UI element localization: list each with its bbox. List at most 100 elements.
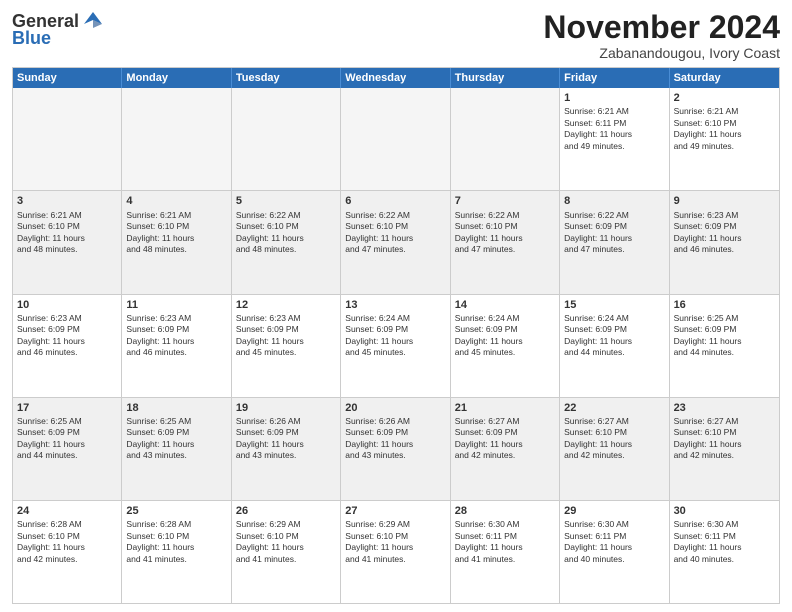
cal-header-cell-saturday: Saturday <box>670 68 779 88</box>
day-info: Sunrise: 6:28 AM Sunset: 6:10 PM Dayligh… <box>126 519 226 565</box>
cal-cell: 14Sunrise: 6:24 AM Sunset: 6:09 PM Dayli… <box>451 295 560 397</box>
day-number: 23 <box>674 401 775 415</box>
day-number: 6 <box>345 194 445 208</box>
day-number: 21 <box>455 401 555 415</box>
day-info: Sunrise: 6:29 AM Sunset: 6:10 PM Dayligh… <box>345 519 445 565</box>
day-info: Sunrise: 6:29 AM Sunset: 6:10 PM Dayligh… <box>236 519 336 565</box>
cal-cell <box>451 88 560 190</box>
page: General Blue November 2024 Zabanandougou… <box>0 0 792 612</box>
cal-row-4: 24 Sunrise: 6:28 AM Sunset: 6:10 PM Dayli… <box>13 500 779 603</box>
day-info: Sunrise: 6:24 AM Sunset: 6:09 PM Dayligh… <box>345 313 445 359</box>
day-number: 14 <box>455 298 555 312</box>
cal-cell: 1Sunrise: 6:21 AM Sunset: 6:11 PM Daylig… <box>560 88 669 190</box>
cal-row-3: 17Sunrise: 6:25 AM Sunset: 6:09 PM Dayli… <box>13 397 779 500</box>
cal-cell: 7 Sunrise: 6:22 AM Sunset: 6:10 PM Daylig… <box>451 191 560 293</box>
cal-cell: 26Sunrise: 6:29 AM Sunset: 6:10 PM Dayli… <box>232 501 341 603</box>
day-number: 3 <box>17 194 117 208</box>
title-block: November 2024 Zabanandougou, Ivory Coast <box>543 10 780 61</box>
day-info: Sunrise: 6:21 AM Sunset: 6:10 PM Dayligh… <box>17 210 117 256</box>
day-number: 4 <box>126 194 226 208</box>
cal-cell <box>341 88 450 190</box>
day-number: 22 <box>564 401 664 415</box>
day-info: Sunrise: 6:22 AM Sunset: 6:10 PM Dayligh… <box>236 210 336 256</box>
cal-cell: 12Sunrise: 6:23 AM Sunset: 6:09 PM Dayli… <box>232 295 341 397</box>
day-number: 17 <box>17 401 117 415</box>
day-number: 8 <box>564 194 664 208</box>
cal-cell: 29Sunrise: 6:30 AM Sunset: 6:11 PM Dayli… <box>560 501 669 603</box>
cal-cell <box>232 88 341 190</box>
cal-row-0: 1Sunrise: 6:21 AM Sunset: 6:11 PM Daylig… <box>13 88 779 190</box>
cal-header-cell-tuesday: Tuesday <box>232 68 341 88</box>
cal-cell <box>122 88 231 190</box>
day-info: Sunrise: 6:24 AM Sunset: 6:09 PM Dayligh… <box>455 313 555 359</box>
cal-cell: 13Sunrise: 6:24 AM Sunset: 6:09 PM Dayli… <box>341 295 450 397</box>
day-number: 29 <box>564 504 664 518</box>
cal-header-cell-sunday: Sunday <box>13 68 122 88</box>
day-info: Sunrise: 6:25 AM Sunset: 6:09 PM Dayligh… <box>17 416 117 462</box>
cal-cell: 18Sunrise: 6:25 AM Sunset: 6:09 PM Dayli… <box>122 398 231 500</box>
day-info: Sunrise: 6:30 AM Sunset: 6:11 PM Dayligh… <box>674 519 775 565</box>
day-number: 19 <box>236 401 336 415</box>
cal-cell <box>13 88 122 190</box>
cal-cell: 3 Sunrise: 6:21 AM Sunset: 6:10 PM Daylig… <box>13 191 122 293</box>
cal-cell: 10Sunrise: 6:23 AM Sunset: 6:09 PM Dayli… <box>13 295 122 397</box>
day-info: Sunrise: 6:27 AM Sunset: 6:10 PM Dayligh… <box>674 416 775 462</box>
day-info: Sunrise: 6:23 AM Sunset: 6:09 PM Dayligh… <box>126 313 226 359</box>
cal-cell: 6 Sunrise: 6:22 AM Sunset: 6:10 PM Daylig… <box>341 191 450 293</box>
day-info: Sunrise: 6:22 AM Sunset: 6:10 PM Dayligh… <box>345 210 445 256</box>
day-number: 5 <box>236 194 336 208</box>
cal-row-2: 10 Sunrise: 6:23 AM Sunset: 6:09 PM Dayli… <box>13 294 779 397</box>
day-info: Sunrise: 6:26 AM Sunset: 6:09 PM Dayligh… <box>236 416 336 462</box>
month-title: November 2024 <box>543 10 780 45</box>
cal-cell: 9Sunrise: 6:23 AM Sunset: 6:09 PM Daylig… <box>670 191 779 293</box>
day-number: 10 <box>17 298 117 312</box>
day-number: 11 <box>126 298 226 312</box>
cal-cell: 23Sunrise: 6:27 AM Sunset: 6:10 PM Dayli… <box>670 398 779 500</box>
cal-cell: 25Sunrise: 6:28 AM Sunset: 6:10 PM Dayli… <box>122 501 231 603</box>
cal-header-cell-wednesday: Wednesday <box>341 68 450 88</box>
cal-cell: 19Sunrise: 6:26 AM Sunset: 6:09 PM Dayli… <box>232 398 341 500</box>
cal-cell: 17Sunrise: 6:25 AM Sunset: 6:09 PM Dayli… <box>13 398 122 500</box>
cal-cell: 2Sunrise: 6:21 AM Sunset: 6:10 PM Daylig… <box>670 88 779 190</box>
cal-cell: 22Sunrise: 6:27 AM Sunset: 6:10 PM Dayli… <box>560 398 669 500</box>
cal-cell: 27Sunrise: 6:29 AM Sunset: 6:10 PM Dayli… <box>341 501 450 603</box>
cal-cell: 8Sunrise: 6:22 AM Sunset: 6:09 PM Daylig… <box>560 191 669 293</box>
cal-cell: 15Sunrise: 6:24 AM Sunset: 6:09 PM Dayli… <box>560 295 669 397</box>
cal-cell: 20Sunrise: 6:26 AM Sunset: 6:09 PM Dayli… <box>341 398 450 500</box>
day-number: 16 <box>674 298 775 312</box>
day-number: 24 <box>17 504 117 518</box>
logo-blue-text: Blue <box>12 28 51 49</box>
day-number: 15 <box>564 298 664 312</box>
day-number: 9 <box>674 194 775 208</box>
cal-cell: 4Sunrise: 6:21 AM Sunset: 6:10 PM Daylig… <box>122 191 231 293</box>
day-number: 28 <box>455 504 555 518</box>
location-title: Zabanandougou, Ivory Coast <box>543 45 780 61</box>
day-info: Sunrise: 6:21 AM Sunset: 6:10 PM Dayligh… <box>674 106 775 152</box>
day-info: Sunrise: 6:21 AM Sunset: 6:11 PM Dayligh… <box>564 106 664 152</box>
day-number: 25 <box>126 504 226 518</box>
logo: General Blue <box>12 10 105 49</box>
day-number: 12 <box>236 298 336 312</box>
cal-row-1: 3 Sunrise: 6:21 AM Sunset: 6:10 PM Daylig… <box>13 190 779 293</box>
day-info: Sunrise: 6:22 AM Sunset: 6:10 PM Dayligh… <box>455 210 555 256</box>
day-info: Sunrise: 6:26 AM Sunset: 6:09 PM Dayligh… <box>345 416 445 462</box>
cal-header-cell-thursday: Thursday <box>451 68 560 88</box>
day-number: 26 <box>236 504 336 518</box>
day-number: 20 <box>345 401 445 415</box>
day-info: Sunrise: 6:23 AM Sunset: 6:09 PM Dayligh… <box>236 313 336 359</box>
day-number: 1 <box>564 91 664 105</box>
cal-cell: 28Sunrise: 6:30 AM Sunset: 6:11 PM Dayli… <box>451 501 560 603</box>
header: General Blue November 2024 Zabanandougou… <box>12 10 780 61</box>
cal-cell: 5 Sunrise: 6:22 AM Sunset: 6:10 PM Daylig… <box>232 191 341 293</box>
day-info: Sunrise: 6:27 AM Sunset: 6:09 PM Dayligh… <box>455 416 555 462</box>
cal-header-cell-friday: Friday <box>560 68 669 88</box>
calendar-body: 1Sunrise: 6:21 AM Sunset: 6:11 PM Daylig… <box>13 88 779 603</box>
logo-bird-icon <box>82 10 104 32</box>
cal-cell: 30Sunrise: 6:30 AM Sunset: 6:11 PM Dayli… <box>670 501 779 603</box>
calendar-header: SundayMondayTuesdayWednesdayThursdayFrid… <box>13 68 779 88</box>
day-info: Sunrise: 6:24 AM Sunset: 6:09 PM Dayligh… <box>564 313 664 359</box>
day-number: 7 <box>455 194 555 208</box>
day-number: 27 <box>345 504 445 518</box>
day-number: 18 <box>126 401 226 415</box>
day-number: 30 <box>674 504 775 518</box>
